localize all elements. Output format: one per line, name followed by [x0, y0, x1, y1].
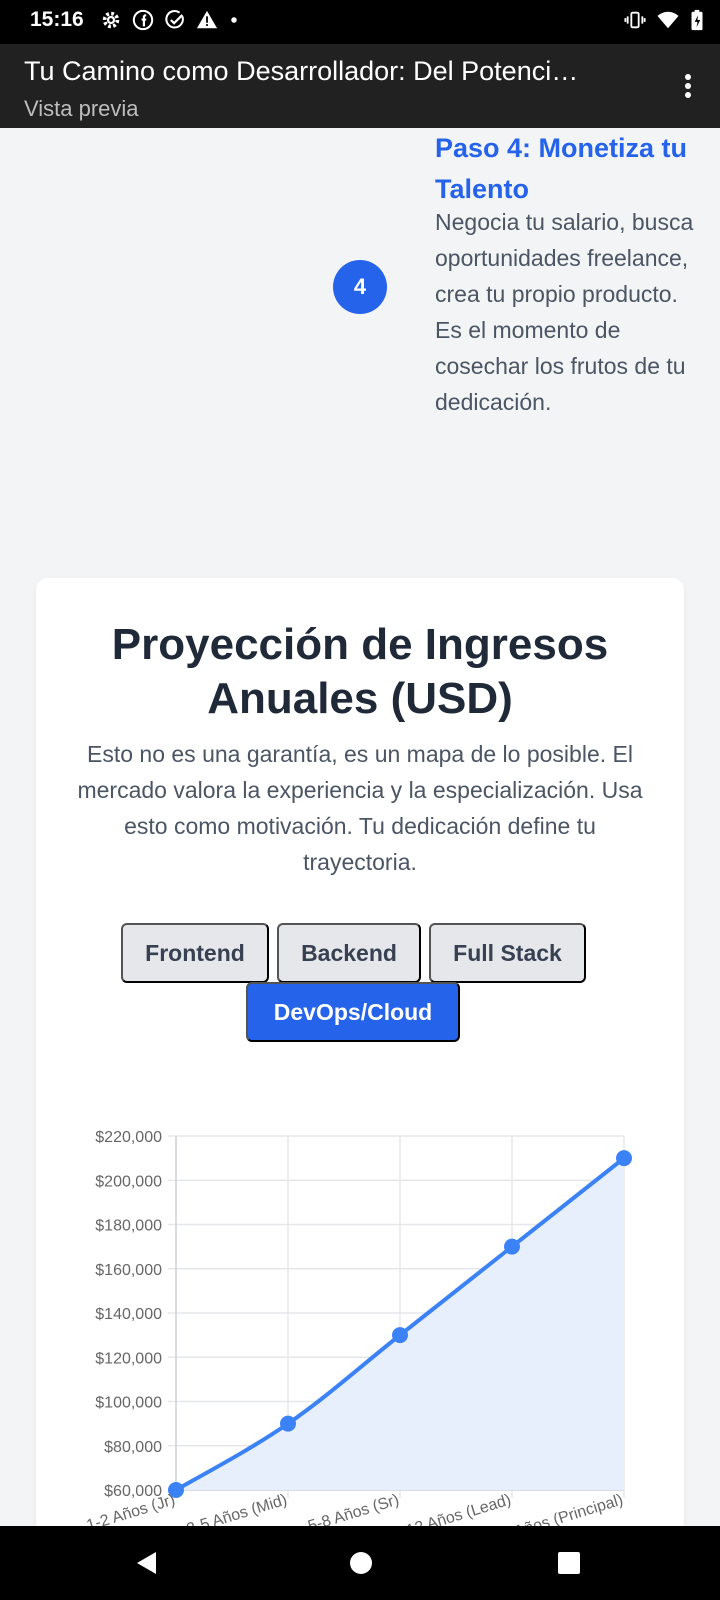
- y-tick-label: $80,000: [104, 1439, 162, 1456]
- step-number-badge: 4: [333, 260, 387, 314]
- data-point: [504, 1238, 520, 1255]
- status-bar: 15:16: [0, 0, 720, 44]
- check-circle-icon: [165, 10, 184, 29]
- tab-full-stack[interactable]: Full Stack: [429, 923, 586, 983]
- income-projection-card: Proyección de Ingresos Anuales (USD) Est…: [36, 578, 684, 1526]
- y-tick-label: $160,000: [95, 1262, 162, 1279]
- status-time: 15:16: [30, 8, 84, 31]
- system-icons: [624, 9, 704, 31]
- projection-description: Esto no es una garantía, es un mapa de l…: [77, 741, 643, 875]
- vibrate-icon: [624, 11, 646, 29]
- tab-backend[interactable]: Backend: [277, 923, 421, 983]
- app-bar: Tu Camino como Desarrollador: Del Potenc…: [0, 44, 720, 128]
- overflow-menu-icon[interactable]: [676, 70, 700, 102]
- data-point: [616, 1150, 632, 1167]
- wifi-icon: [657, 11, 679, 29]
- back-icon[interactable]: [134, 1550, 160, 1576]
- facebook-icon: [132, 9, 154, 31]
- tab-frontend[interactable]: Frontend: [121, 923, 269, 983]
- x-tick-label: 5-8 Años (Sr): [306, 1492, 401, 1526]
- page-content[interactable]: 4 Paso 4: Monetiza tu Talento Negocia tu…: [0, 128, 720, 1526]
- warning-icon: [196, 10, 218, 29]
- data-point: [392, 1327, 408, 1344]
- dot-icon: [231, 17, 237, 23]
- step-title: Paso 4: Monetiza tu Talento: [435, 133, 688, 204]
- app-title: Tu Camino como Desarrollador: Del Potenc…: [24, 56, 579, 86]
- data-point: [280, 1415, 296, 1432]
- y-tick-label: $200,000: [95, 1173, 162, 1190]
- settings-icon: [102, 11, 120, 29]
- income-line-chart: $60,000$80,000$100,000$120,000$140,000$1…: [85, 1129, 632, 1526]
- recents-icon[interactable]: [558, 1552, 580, 1574]
- step-description: Negocia tu salario, busca oportunidades …: [435, 209, 694, 415]
- navigation-bar: [0, 1526, 720, 1600]
- app-subtitle: Vista previa: [24, 96, 139, 121]
- y-tick-label: $140,000: [95, 1306, 162, 1323]
- x-tick-label: 3-5 Años (Mid): [185, 1492, 289, 1526]
- y-tick-label: $180,000: [95, 1218, 162, 1235]
- notification-icons: [100, 9, 240, 31]
- projection-title: Proyección de Ingresos Anuales (USD): [111, 620, 609, 723]
- y-tick-label: $120,000: [95, 1350, 162, 1367]
- y-tick-label: $100,000: [95, 1395, 162, 1412]
- home-icon[interactable]: [349, 1551, 373, 1575]
- y-tick-label: $220,000: [95, 1129, 162, 1146]
- tab-devops-cloud[interactable]: DevOps/Cloud: [246, 982, 460, 1042]
- battery-icon: [691, 9, 703, 31]
- x-tick-label: 8-12 Años (Lead): [391, 1492, 513, 1526]
